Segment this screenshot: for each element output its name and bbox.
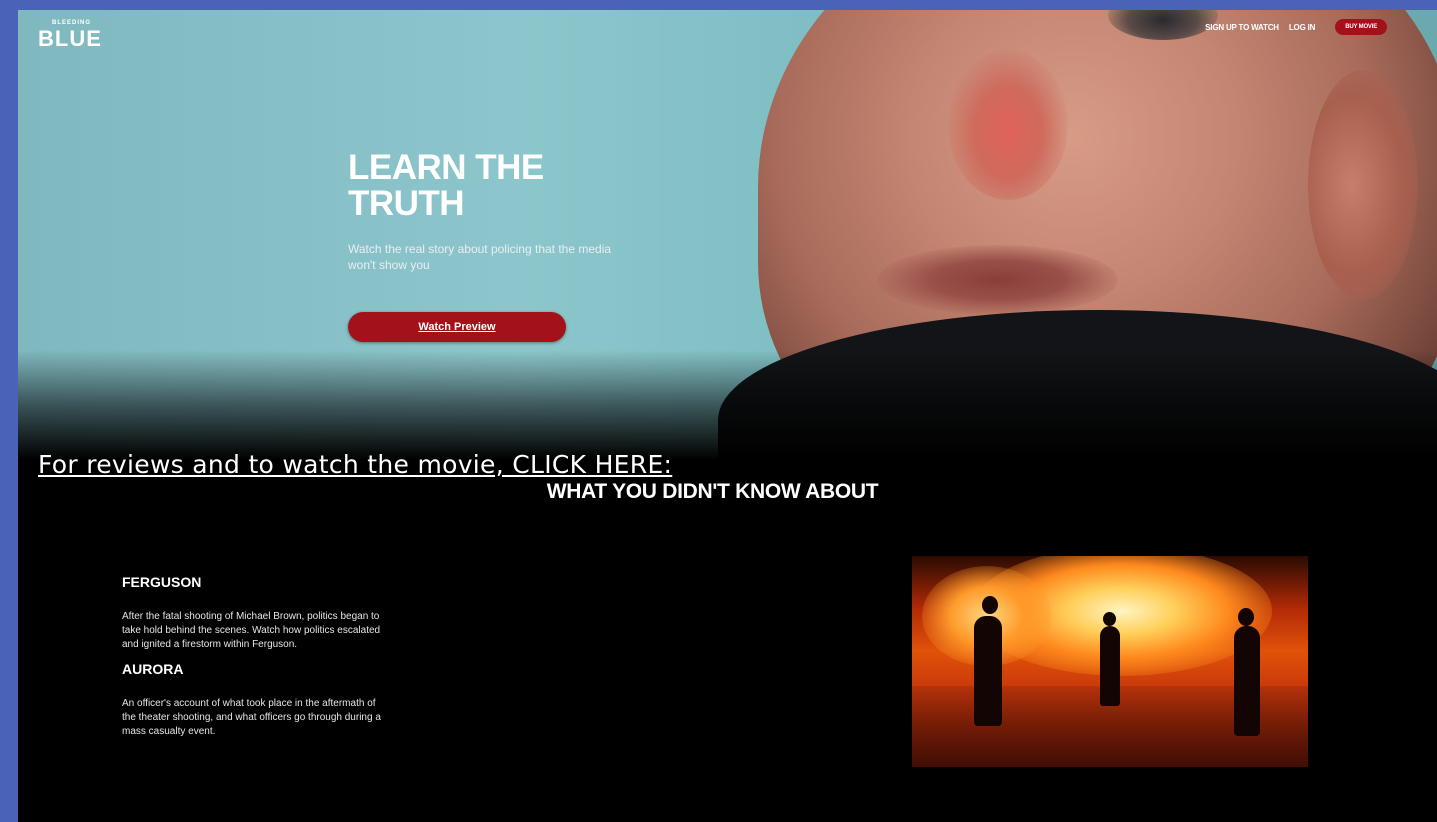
reviews-link[interactable]: For reviews and to watch the movie, CLIC… <box>38 450 672 479</box>
page-frame: BLEEDING BLUE SIGN UP TO WATCH LOG IN BU… <box>18 10 1437 822</box>
hero-photo-nose <box>948 50 1068 200</box>
silhouette-person-right <box>1234 626 1260 736</box>
silhouette-head-center <box>1103 612 1116 626</box>
section-title: WHAT YOU DIDN'T KNOW ABOUT <box>546 480 879 503</box>
topic-title-ferguson: FERGUSON <box>122 574 202 590</box>
hero-photo-mouth <box>878 245 1118 315</box>
sign-up-link[interactable]: SIGN UP TO WATCH <box>1205 23 1279 32</box>
hero-title: LEARN THE TRUTH <box>348 148 544 223</box>
topic-title-aurora: AURORA <box>122 661 184 677</box>
watch-preview-button[interactable]: Watch Preview <box>348 312 566 342</box>
hero-subtitle: Watch the real story about policing that… <box>348 242 612 272</box>
top-nav: SIGN UP TO WATCH LOG IN BUY MOVIE <box>1205 19 1387 35</box>
ferguson-fire-image <box>912 556 1308 767</box>
log-in-link[interactable]: LOG IN <box>1289 23 1316 32</box>
silhouette-head-left <box>982 596 998 614</box>
silhouette-person-left <box>974 616 1002 726</box>
topic-body-aurora: An officer's account of what took place … <box>122 698 381 737</box>
silhouette-person-center <box>1100 626 1120 706</box>
buy-movie-button[interactable]: BUY MOVIE <box>1335 19 1387 35</box>
hero-banner: BLEEDING BLUE SIGN UP TO WATCH LOG IN BU… <box>18 10 1437 460</box>
silhouette-head-right <box>1238 608 1254 626</box>
hero-bottom-fade <box>18 350 1437 460</box>
logo-main-text: BLUE <box>38 26 102 51</box>
topic-body-ferguson: After the fatal shooting of Michael Brow… <box>122 611 381 650</box>
hero-photo-ear <box>1308 70 1418 300</box>
